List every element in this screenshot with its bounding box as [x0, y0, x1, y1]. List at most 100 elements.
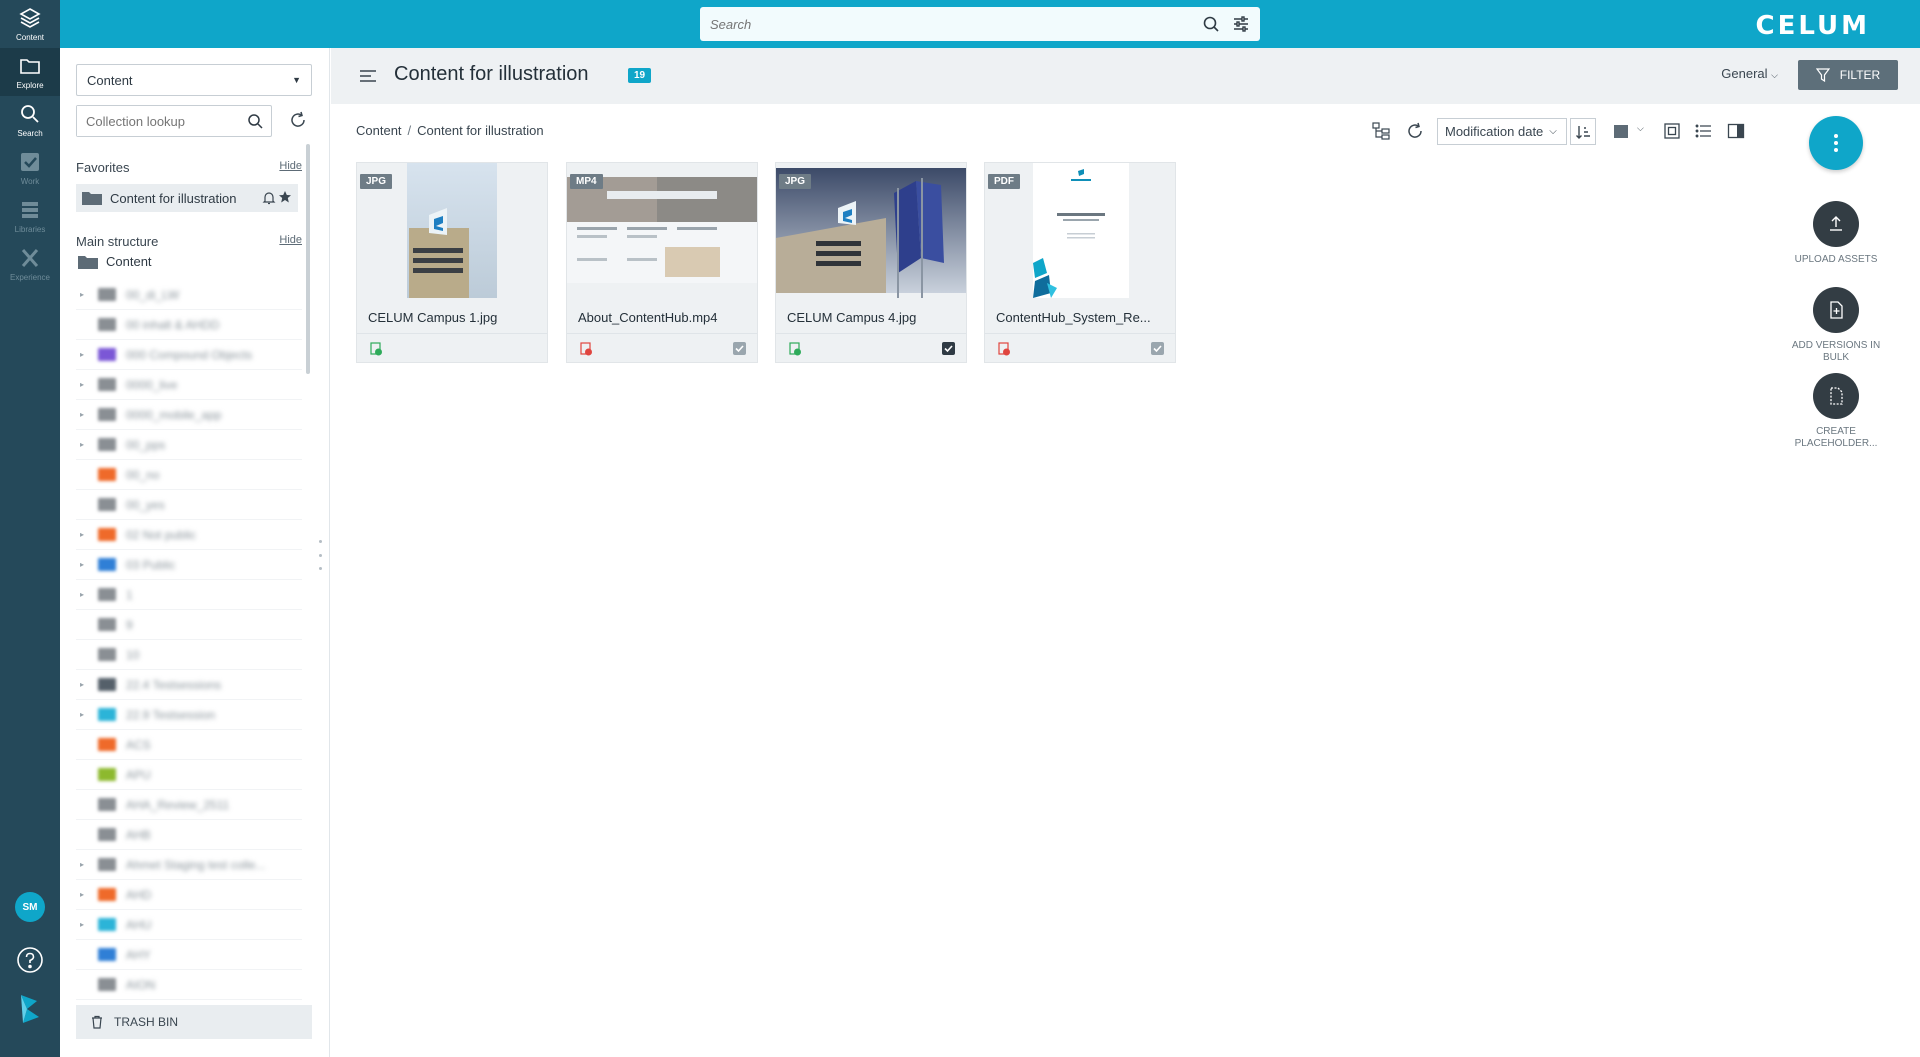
folder-icon: [78, 255, 98, 269]
tree-item[interactable]: ▸ 1: [76, 580, 302, 610]
upload-assets-action[interactable]: UPLOAD ASSETS: [1786, 201, 1886, 266]
tree-item[interactable]: 9: [76, 610, 302, 640]
rail-item-work[interactable]: Work: [0, 144, 60, 192]
hierarchy-icon[interactable]: [1371, 121, 1391, 141]
fullscreen-icon[interactable]: [1662, 121, 1682, 141]
caret-right-icon[interactable]: ▸: [80, 440, 90, 449]
tree-item[interactable]: ▸ 03 Public: [76, 550, 302, 580]
rail-item-experience[interactable]: Experience: [0, 240, 60, 288]
rail-label: Search: [17, 129, 43, 138]
create-placeholder-action[interactable]: CREATE PLACEHOLDER...: [1786, 373, 1886, 450]
hide-main-structure-link[interactable]: Hide: [279, 234, 302, 249]
tree-item[interactable]: 00_no: [76, 460, 302, 490]
tree-item[interactable]: APU: [76, 760, 302, 790]
caret-right-icon[interactable]: ▸: [80, 890, 90, 899]
checkbox-icon[interactable]: [941, 341, 956, 356]
rail-item-search[interactable]: Search: [0, 96, 60, 144]
caret-right-icon[interactable]: ▸: [80, 560, 90, 569]
trash-bin-button[interactable]: TRASH BIN: [76, 1005, 312, 1039]
tree-item[interactable]: ▸ AHD: [76, 880, 302, 910]
file-type-badge: MP4: [570, 174, 603, 189]
tree-item[interactable]: AHB: [76, 820, 302, 850]
thumbnail-size-icon[interactable]: [1612, 121, 1632, 141]
asset-card[interactable]: JPG CELUM Campus 4.jpg: [775, 162, 967, 363]
caret-right-icon[interactable]: ▸: [80, 410, 90, 419]
chevron-down-icon[interactable]: ⌵: [1637, 123, 1644, 134]
sort-field-select[interactable]: Modification date ⌵: [1437, 118, 1567, 145]
refresh-icon[interactable]: [1405, 121, 1425, 141]
tree-item[interactable]: 10: [76, 640, 302, 670]
tree-item[interactable]: ▸ 22.4 Testsessions: [76, 670, 302, 700]
bell-icon[interactable]: [262, 191, 276, 205]
tree-item-label: 1: [126, 587, 133, 602]
caret-right-icon[interactable]: ▸: [80, 590, 90, 599]
caret-right-icon[interactable]: ▸: [80, 350, 90, 359]
content-header: Content for illustration 19 General ⌵ FI…: [331, 48, 1920, 104]
tree-item[interactable]: ▸ 0000_live: [76, 370, 302, 400]
tree-item[interactable]: ▸ 00_pps: [76, 430, 302, 460]
detail-panel-icon[interactable]: [1726, 121, 1746, 141]
tree-item-label: 0000_live: [126, 377, 178, 392]
checkbox-icon[interactable]: [1150, 341, 1165, 356]
view-profile-dropdown[interactable]: General ⌵: [1721, 66, 1778, 81]
caret-right-icon[interactable]: ▸: [80, 860, 90, 869]
asset-card[interactable]: JPG CELUM Campus 1.jpg: [356, 162, 548, 363]
menu-icon[interactable]: [359, 68, 377, 84]
list-view-icon[interactable]: [1694, 121, 1714, 141]
caret-right-icon[interactable]: ▸: [80, 710, 90, 719]
search-input[interactable]: [710, 7, 1180, 41]
caret-right-icon[interactable]: ▸: [80, 680, 90, 689]
tree-item[interactable]: 00_yes: [76, 490, 302, 520]
tree-item-label: AHD: [126, 887, 152, 902]
checkbox-icon[interactable]: [732, 341, 747, 356]
folder-icon: [98, 918, 116, 931]
more-actions-button[interactable]: [1809, 116, 1863, 170]
hide-favorites-link[interactable]: Hide: [279, 160, 302, 175]
add-versions-action[interactable]: ADD VERSIONS IN BULK: [1786, 287, 1886, 364]
tree-item[interactable]: ▸ AHU: [76, 910, 302, 940]
caret-right-icon[interactable]: ▸: [80, 380, 90, 389]
tree-item[interactable]: AHY: [76, 940, 302, 970]
rail-item-content[interactable]: Content: [0, 0, 60, 48]
help-icon[interactable]: [15, 945, 45, 975]
tree-item[interactable]: ▸ Ahmet Staging test colle...: [76, 850, 302, 880]
asset-card[interactable]: MP4 About_ContentHub.mp4: [566, 162, 758, 363]
caret-right-icon[interactable]: ▸: [80, 530, 90, 539]
tree-item[interactable]: ▸ 00_di_LW: [76, 280, 302, 310]
folder-icon: [98, 978, 116, 991]
tree-item-label: AHY: [126, 947, 151, 962]
tree-root-item[interactable]: Content: [78, 254, 152, 269]
tree-item[interactable]: ACS: [76, 730, 302, 760]
caret-right-icon[interactable]: ▸: [80, 290, 90, 299]
asset-card[interactable]: PDF ContentHub_System_Re...: [984, 162, 1176, 363]
search-options-icon[interactable]: [1232, 15, 1250, 33]
sort-direction-button[interactable]: [1570, 118, 1596, 145]
rail-item-explore[interactable]: Explore: [0, 48, 60, 96]
collection-lookup-input[interactable]: [77, 106, 237, 136]
add-versions-button[interactable]: [1813, 287, 1859, 333]
tree-item[interactable]: AHA_Review_2511: [76, 790, 302, 820]
tree-item[interactable]: 00 inhalt & AHDD: [76, 310, 302, 340]
collection-type-select[interactable]: Content ▼: [76, 64, 312, 96]
tree-item[interactable]: ▸ 000 Compound Objects: [76, 340, 302, 370]
avatar[interactable]: SM: [15, 892, 45, 922]
breadcrumb-item[interactable]: Content for illustration: [417, 123, 543, 138]
search-icon[interactable]: [1202, 15, 1220, 33]
rail-item-libraries[interactable]: Libraries: [0, 192, 60, 240]
refresh-icon[interactable]: [288, 110, 308, 130]
caret-right-icon[interactable]: ▸: [80, 920, 90, 929]
upload-assets-button[interactable]: [1813, 201, 1859, 247]
create-placeholder-button[interactable]: [1813, 373, 1859, 419]
search-icon[interactable]: [247, 113, 263, 129]
favorite-item[interactable]: Content for illustration: [76, 184, 298, 212]
sort-field-label: Modification date: [1445, 124, 1544, 139]
sidebar-resize-handle[interactable]: [319, 540, 323, 570]
breadcrumb-item[interactable]: Content: [356, 123, 402, 138]
tree-item[interactable]: ▸ 02 Not public: [76, 520, 302, 550]
tree-item[interactable]: AION: [76, 970, 302, 1000]
tree-item[interactable]: ▸ 0000_mobile_app: [76, 400, 302, 430]
tree-item[interactable]: ▸ 22.9 Testsession: [76, 700, 302, 730]
star-icon[interactable]: [278, 190, 292, 204]
filter-button[interactable]: FILTER: [1798, 60, 1898, 90]
sidebar-scrollbar[interactable]: [306, 144, 310, 374]
